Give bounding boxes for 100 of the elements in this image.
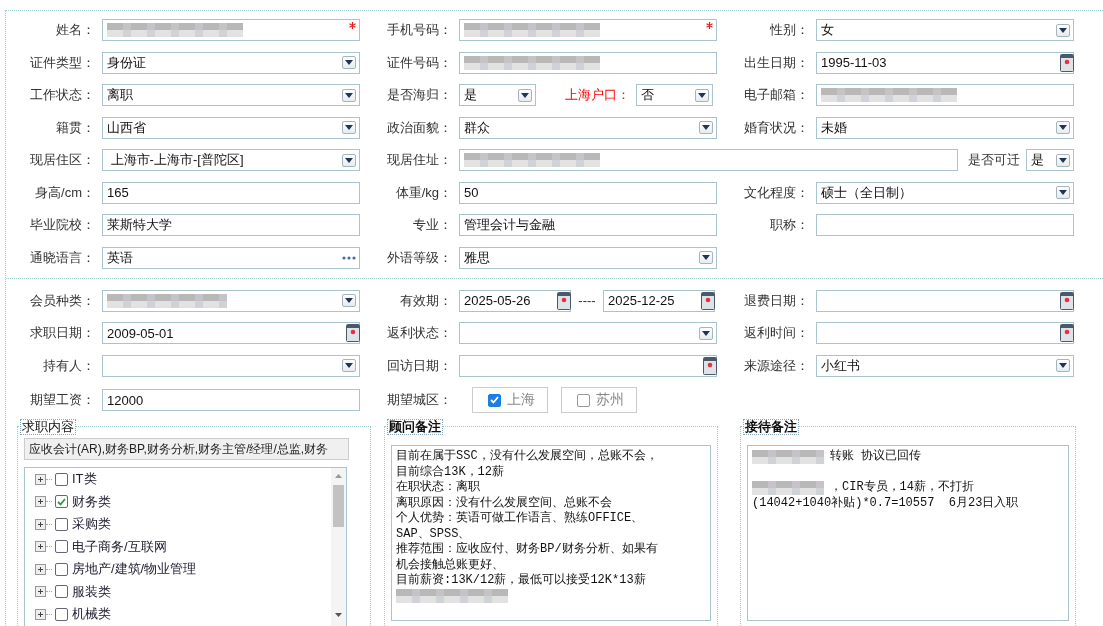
dropdown-button[interactable] [699, 251, 713, 264]
field-label: 外语等级： [386, 248, 452, 267]
checkbox[interactable] [55, 517, 68, 531]
dropdown-button[interactable] [342, 121, 356, 134]
checkbox[interactable] [488, 393, 501, 407]
selection-summary-field[interactable]: 应收会计(AR),财务BP,财务分析,财务主管/经理/总监,财务 [24, 438, 349, 460]
dropdown-field[interactable] [102, 354, 360, 377]
tree-item[interactable]: 服装类 [72, 582, 111, 601]
dropdown-button[interactable] [699, 121, 713, 134]
plus-icon[interactable] [35, 563, 46, 575]
dropdown-button[interactable] [695, 88, 709, 102]
calendar-icon[interactable] [346, 324, 360, 342]
scrollbar[interactable] [331, 468, 346, 626]
tree-item[interactable]: IT类 [72, 470, 97, 489]
dropdown-button[interactable] [1056, 121, 1070, 134]
text-field[interactable]: 165 [102, 181, 360, 204]
text-field[interactable] [459, 19, 717, 41]
date-field[interactable]: 2009-05-01 [102, 322, 360, 344]
dropdown-field[interactable]: 未婚 [816, 116, 1074, 139]
dropdown-field[interactable]: 女 [816, 19, 1074, 41]
plus-icon[interactable] [35, 541, 46, 553]
date-field[interactable]: 2025-12-25 [603, 289, 715, 312]
tree-item[interactable]: 财务类 [72, 492, 111, 511]
text-field[interactable] [459, 51, 717, 74]
dropdown-field[interactable]: 上海市-上海市-[普陀区] [102, 149, 360, 171]
date-field[interactable]: 2025-05-26 [459, 289, 571, 312]
date-field[interactable]: 1995-11-03 [816, 51, 1074, 74]
dropdown-field[interactable]: 山西省 [102, 116, 360, 139]
dropdown-field[interactable]: 小红书 [816, 354, 1074, 377]
calendar-icon[interactable] [1060, 53, 1074, 72]
date-field[interactable] [816, 289, 1074, 312]
dropdown-button[interactable] [342, 359, 356, 372]
checkbox[interactable] [55, 540, 68, 554]
picker-field[interactable]: 英语 [102, 246, 360, 269]
dropdown-field[interactable]: 硕士（全日制） [816, 181, 1074, 204]
dropdown-button[interactable] [342, 294, 356, 307]
range-separator: ---- [577, 293, 597, 308]
tree-item[interactable]: 房地产/建筑/物业管理 [72, 560, 197, 579]
text-field[interactable]: 50 [459, 181, 717, 204]
dropdown-field[interactable]: 群众 [459, 116, 717, 139]
date-field[interactable] [459, 354, 717, 377]
notes-field[interactable]: 转账 协议已回传 ，CIR专员，14薪，不打折 (14042+1040补贴)*0.7=10557 6月23日入职 [747, 445, 1069, 621]
plus-icon[interactable] [35, 496, 46, 508]
dropdown-button[interactable] [1056, 186, 1070, 199]
dropdown-button[interactable] [1056, 153, 1070, 167]
dropdown-field[interactable] [102, 289, 360, 312]
calendar-icon[interactable] [1060, 291, 1074, 310]
tree-item[interactable]: 电子商务/互联网 [72, 537, 167, 556]
dropdown-button[interactable] [342, 153, 356, 167]
text-field[interactable] [816, 214, 1074, 236]
dropdown-button[interactable] [518, 88, 532, 102]
notes-field[interactable]: 目前在属于SSC，没有什么发展空间，总账不会， 目前综合13K，12薪 在职状态：离职 离职原因：没有什么发展空间、总账不会 个人优势：英语可做工作语言、熟练OFFICE、 SAP、SPSS、 推荐范围：应收应付、财务BP/财务分析、如果有 机会接触总账更好、 目前薪资:13K/12薪，最低可以接受12K*13薪 [391, 445, 711, 621]
dropdown-field[interactable]: 离职 [102, 84, 360, 106]
calendar-icon[interactable] [701, 291, 715, 310]
calendar-icon[interactable] [557, 291, 571, 310]
checkbox[interactable] [55, 472, 68, 486]
checkbox[interactable] [55, 495, 68, 509]
dropdown-button[interactable] [699, 326, 713, 340]
city-option[interactable]: 上海 [472, 387, 548, 413]
dropdown-button[interactable] [342, 88, 356, 102]
checkbox[interactable] [55, 607, 68, 621]
field-label: 文化程度： [743, 183, 809, 202]
dropdown-button[interactable] [342, 56, 356, 69]
dropdown-field[interactable] [459, 322, 717, 344]
checkbox[interactable] [55, 585, 68, 599]
checkbox[interactable] [55, 562, 68, 576]
ellipsis-icon[interactable] [342, 255, 356, 260]
field-label: 通晓语言： [29, 248, 95, 267]
field-label: 求职日期： [29, 324, 95, 342]
date-field[interactable] [816, 322, 1074, 344]
dropdown-field[interactable]: 否 [636, 84, 713, 106]
text-field[interactable]: 莱斯特大学 [102, 214, 360, 236]
dropdown-field[interactable]: 是 [459, 84, 536, 106]
plus-icon[interactable] [35, 608, 46, 620]
dropdown-field[interactable]: 是 [1026, 149, 1074, 171]
caret-icon [345, 125, 353, 130]
field-label: 退费日期： [743, 291, 809, 310]
text-field[interactable]: 12000 [102, 389, 360, 411]
calendar-icon[interactable] [703, 356, 717, 375]
note-line: 个人优势：英语可做工作语言、熟练OFFICE、 [396, 511, 644, 527]
city-option[interactable]: 苏州 [561, 387, 637, 413]
field-label: 专业： [412, 216, 452, 234]
calendar-icon[interactable] [1060, 324, 1074, 342]
checkbox[interactable] [577, 393, 590, 407]
scroll-thumb[interactable] [333, 485, 344, 527]
tree-item[interactable]: 机械类 [72, 605, 111, 624]
text-field[interactable]: 管理会计与金融 [459, 214, 717, 236]
dropdown-field[interactable]: 身份证 [102, 51, 360, 74]
text-field[interactable] [459, 149, 958, 171]
text-field[interactable] [102, 19, 360, 41]
text-field[interactable] [816, 84, 1074, 106]
plus-icon[interactable] [35, 586, 46, 598]
dropdown-button[interactable] [1056, 359, 1070, 372]
panel-title: 求职内容 [20, 419, 76, 435]
dropdown-button[interactable] [1056, 23, 1070, 37]
plus-icon[interactable] [35, 518, 46, 530]
tree-item[interactable]: 采购类 [72, 515, 111, 534]
dropdown-field[interactable]: 雅思 [459, 246, 717, 269]
field-label: 籍贯： [55, 118, 95, 137]
plus-icon[interactable] [35, 473, 46, 485]
